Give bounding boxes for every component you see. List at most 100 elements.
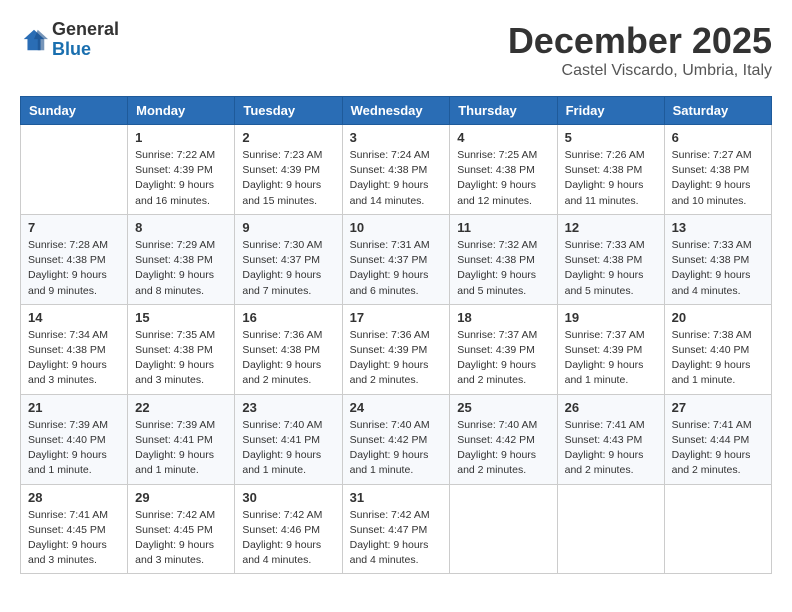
day-number: 17 xyxy=(350,310,443,325)
weekday-header-sunday: Sunday xyxy=(21,97,128,125)
cell-info: Sunrise: 7:27 AM Sunset: 4:38 PM Dayligh… xyxy=(672,148,764,209)
day-number: 16 xyxy=(242,310,334,325)
calendar-header-row: SundayMondayTuesdayWednesdayThursdayFrid… xyxy=(21,97,772,125)
calendar-cell: 29 Sunrise: 7:42 AM Sunset: 4:45 PM Dayli… xyxy=(128,484,235,574)
calendar-cell: 24 Sunrise: 7:40 AM Sunset: 4:42 PM Dayli… xyxy=(342,394,450,484)
calendar-week-row: 14Sunrise: 7:34 AM Sunset: 4:38 PM Dayli… xyxy=(21,304,772,394)
day-number: 2 xyxy=(242,130,334,145)
weekday-header-tuesday: Tuesday xyxy=(235,97,342,125)
cell-info: Sunrise: 7:25 AM Sunset: 4:38 PM Dayligh… xyxy=(457,148,549,209)
cell-info: Sunrise: 7:33 AM Sunset: 4:38 PM Dayligh… xyxy=(565,238,657,299)
calendar-cell: 27 Sunrise: 7:41 AM Sunset: 4:44 PM Dayli… xyxy=(664,394,771,484)
weekday-header-monday: Monday xyxy=(128,97,235,125)
cell-info: Sunrise: 7:22 AM Sunset: 4:39 PM Dayligh… xyxy=(135,148,227,209)
calendar-cell: 20 Sunrise: 7:38 AM Sunset: 4:40 PM Dayli… xyxy=(664,304,771,394)
cell-info: Sunrise: 7:34 AM Sunset: 4:38 PM Dayligh… xyxy=(28,328,120,389)
calendar-cell: 5Sunrise: 7:26 AM Sunset: 4:38 PM Daylig… xyxy=(557,125,664,215)
cell-info: Sunrise: 7:40 AM Sunset: 4:42 PM Dayligh… xyxy=(457,418,549,479)
day-number: 18 xyxy=(457,310,549,325)
cell-info: Sunrise: 7:38 AM Sunset: 4:40 PM Dayligh… xyxy=(672,328,764,389)
logo-text: General Blue xyxy=(52,20,119,60)
title-area: December 2025 Castel Viscardo, Umbria, I… xyxy=(508,20,772,80)
calendar-table: SundayMondayTuesdayWednesdayThursdayFrid… xyxy=(20,96,772,574)
cell-info: Sunrise: 7:37 AM Sunset: 4:39 PM Dayligh… xyxy=(457,328,549,389)
cell-info: Sunrise: 7:37 AM Sunset: 4:39 PM Dayligh… xyxy=(565,328,657,389)
day-number: 22 xyxy=(135,400,227,415)
day-number: 21 xyxy=(28,400,120,415)
calendar-cell: 17 Sunrise: 7:36 AM Sunset: 4:39 PM Dayli… xyxy=(342,304,450,394)
calendar-cell: 28Sunrise: 7:41 AM Sunset: 4:45 PM Dayli… xyxy=(21,484,128,574)
day-number: 8 xyxy=(135,220,227,235)
day-number: 6 xyxy=(672,130,764,145)
day-number: 27 xyxy=(672,400,764,415)
calendar-cell: 21 Sunrise: 7:39 AM Sunset: 4:40 PM Dayli… xyxy=(21,394,128,484)
weekday-header-thursday: Thursday xyxy=(450,97,557,125)
month-title: December 2025 xyxy=(508,20,772,62)
day-number: 28 xyxy=(28,490,120,505)
weekday-header-wednesday: Wednesday xyxy=(342,97,450,125)
calendar-week-row: 1Sunrise: 7:22 AM Sunset: 4:39 PM Daylig… xyxy=(21,125,772,215)
cell-info: Sunrise: 7:42 AM Sunset: 4:45 PM Dayligh… xyxy=(135,508,227,569)
day-number: 12 xyxy=(565,220,657,235)
cell-info: Sunrise: 7:23 AM Sunset: 4:39 PM Dayligh… xyxy=(242,148,334,209)
cell-info: Sunrise: 7:36 AM Sunset: 4:39 PM Dayligh… xyxy=(350,328,443,389)
calendar-cell: 3 Sunrise: 7:24 AM Sunset: 4:38 PM Daylig… xyxy=(342,125,450,215)
cell-info: Sunrise: 7:41 AM Sunset: 4:43 PM Dayligh… xyxy=(565,418,657,479)
cell-info: Sunrise: 7:41 AM Sunset: 4:44 PM Dayligh… xyxy=(672,418,764,479)
calendar-cell: 22 Sunrise: 7:39 AM Sunset: 4:41 PM Dayli… xyxy=(128,394,235,484)
day-number: 7 xyxy=(28,220,120,235)
day-number: 29 xyxy=(135,490,227,505)
day-number: 23 xyxy=(242,400,334,415)
calendar-cell xyxy=(664,484,771,574)
day-number: 3 xyxy=(350,130,443,145)
calendar-cell: 4Sunrise: 7:25 AM Sunset: 4:38 PM Daylig… xyxy=(450,125,557,215)
cell-info: Sunrise: 7:40 AM Sunset: 4:41 PM Dayligh… xyxy=(242,418,334,479)
calendar-cell: 8 Sunrise: 7:29 AM Sunset: 4:38 PM Daylig… xyxy=(128,214,235,304)
cell-info: Sunrise: 7:24 AM Sunset: 4:38 PM Dayligh… xyxy=(350,148,443,209)
weekday-header-friday: Friday xyxy=(557,97,664,125)
calendar-cell: 14Sunrise: 7:34 AM Sunset: 4:38 PM Dayli… xyxy=(21,304,128,394)
day-number: 31 xyxy=(350,490,443,505)
day-number: 30 xyxy=(242,490,334,505)
calendar-cell: 7Sunrise: 7:28 AM Sunset: 4:38 PM Daylig… xyxy=(21,214,128,304)
day-number: 11 xyxy=(457,220,549,235)
day-number: 9 xyxy=(242,220,334,235)
cell-info: Sunrise: 7:39 AM Sunset: 4:41 PM Dayligh… xyxy=(135,418,227,479)
location-title: Castel Viscardo, Umbria, Italy xyxy=(508,62,772,80)
calendar-cell: 12 Sunrise: 7:33 AM Sunset: 4:38 PM Dayli… xyxy=(557,214,664,304)
calendar-week-row: 28Sunrise: 7:41 AM Sunset: 4:45 PM Dayli… xyxy=(21,484,772,574)
day-number: 24 xyxy=(350,400,443,415)
calendar-week-row: 21 Sunrise: 7:39 AM Sunset: 4:40 PM Dayli… xyxy=(21,394,772,484)
calendar-cell: 1Sunrise: 7:22 AM Sunset: 4:39 PM Daylig… xyxy=(128,125,235,215)
calendar-week-row: 7Sunrise: 7:28 AM Sunset: 4:38 PM Daylig… xyxy=(21,214,772,304)
page-header: General Blue December 2025 Castel Viscar… xyxy=(20,20,772,80)
day-number: 10 xyxy=(350,220,443,235)
calendar-cell: 18 Sunrise: 7:37 AM Sunset: 4:39 PM Dayli… xyxy=(450,304,557,394)
calendar-cell: 25Sunrise: 7:40 AM Sunset: 4:42 PM Dayli… xyxy=(450,394,557,484)
cell-info: Sunrise: 7:40 AM Sunset: 4:42 PM Dayligh… xyxy=(350,418,443,479)
cell-info: Sunrise: 7:42 AM Sunset: 4:47 PM Dayligh… xyxy=(350,508,443,569)
calendar-cell: 31 Sunrise: 7:42 AM Sunset: 4:47 PM Dayli… xyxy=(342,484,450,574)
calendar-cell: 16Sunrise: 7:36 AM Sunset: 4:38 PM Dayli… xyxy=(235,304,342,394)
day-number: 15 xyxy=(135,310,227,325)
calendar-cell: 15 Sunrise: 7:35 AM Sunset: 4:38 PM Dayli… xyxy=(128,304,235,394)
calendar-cell: 2 Sunrise: 7:23 AM Sunset: 4:39 PM Daylig… xyxy=(235,125,342,215)
calendar-cell: 13 Sunrise: 7:33 AM Sunset: 4:38 PM Dayli… xyxy=(664,214,771,304)
day-number: 5 xyxy=(565,130,657,145)
calendar-cell xyxy=(450,484,557,574)
calendar-cell xyxy=(557,484,664,574)
cell-info: Sunrise: 7:32 AM Sunset: 4:38 PM Dayligh… xyxy=(457,238,549,299)
calendar-cell: 10 Sunrise: 7:31 AM Sunset: 4:37 PM Dayli… xyxy=(342,214,450,304)
calendar-cell: 26Sunrise: 7:41 AM Sunset: 4:43 PM Dayli… xyxy=(557,394,664,484)
cell-info: Sunrise: 7:31 AM Sunset: 4:37 PM Dayligh… xyxy=(350,238,443,299)
cell-info: Sunrise: 7:35 AM Sunset: 4:38 PM Dayligh… xyxy=(135,328,227,389)
calendar-cell: 19Sunrise: 7:37 AM Sunset: 4:39 PM Dayli… xyxy=(557,304,664,394)
cell-info: Sunrise: 7:30 AM Sunset: 4:37 PM Dayligh… xyxy=(242,238,334,299)
calendar-cell: 9 Sunrise: 7:30 AM Sunset: 4:37 PM Daylig… xyxy=(235,214,342,304)
cell-info: Sunrise: 7:29 AM Sunset: 4:38 PM Dayligh… xyxy=(135,238,227,299)
day-number: 13 xyxy=(672,220,764,235)
cell-info: Sunrise: 7:42 AM Sunset: 4:46 PM Dayligh… xyxy=(242,508,334,569)
day-number: 20 xyxy=(672,310,764,325)
cell-info: Sunrise: 7:39 AM Sunset: 4:40 PM Dayligh… xyxy=(28,418,120,479)
cell-info: Sunrise: 7:33 AM Sunset: 4:38 PM Dayligh… xyxy=(672,238,764,299)
